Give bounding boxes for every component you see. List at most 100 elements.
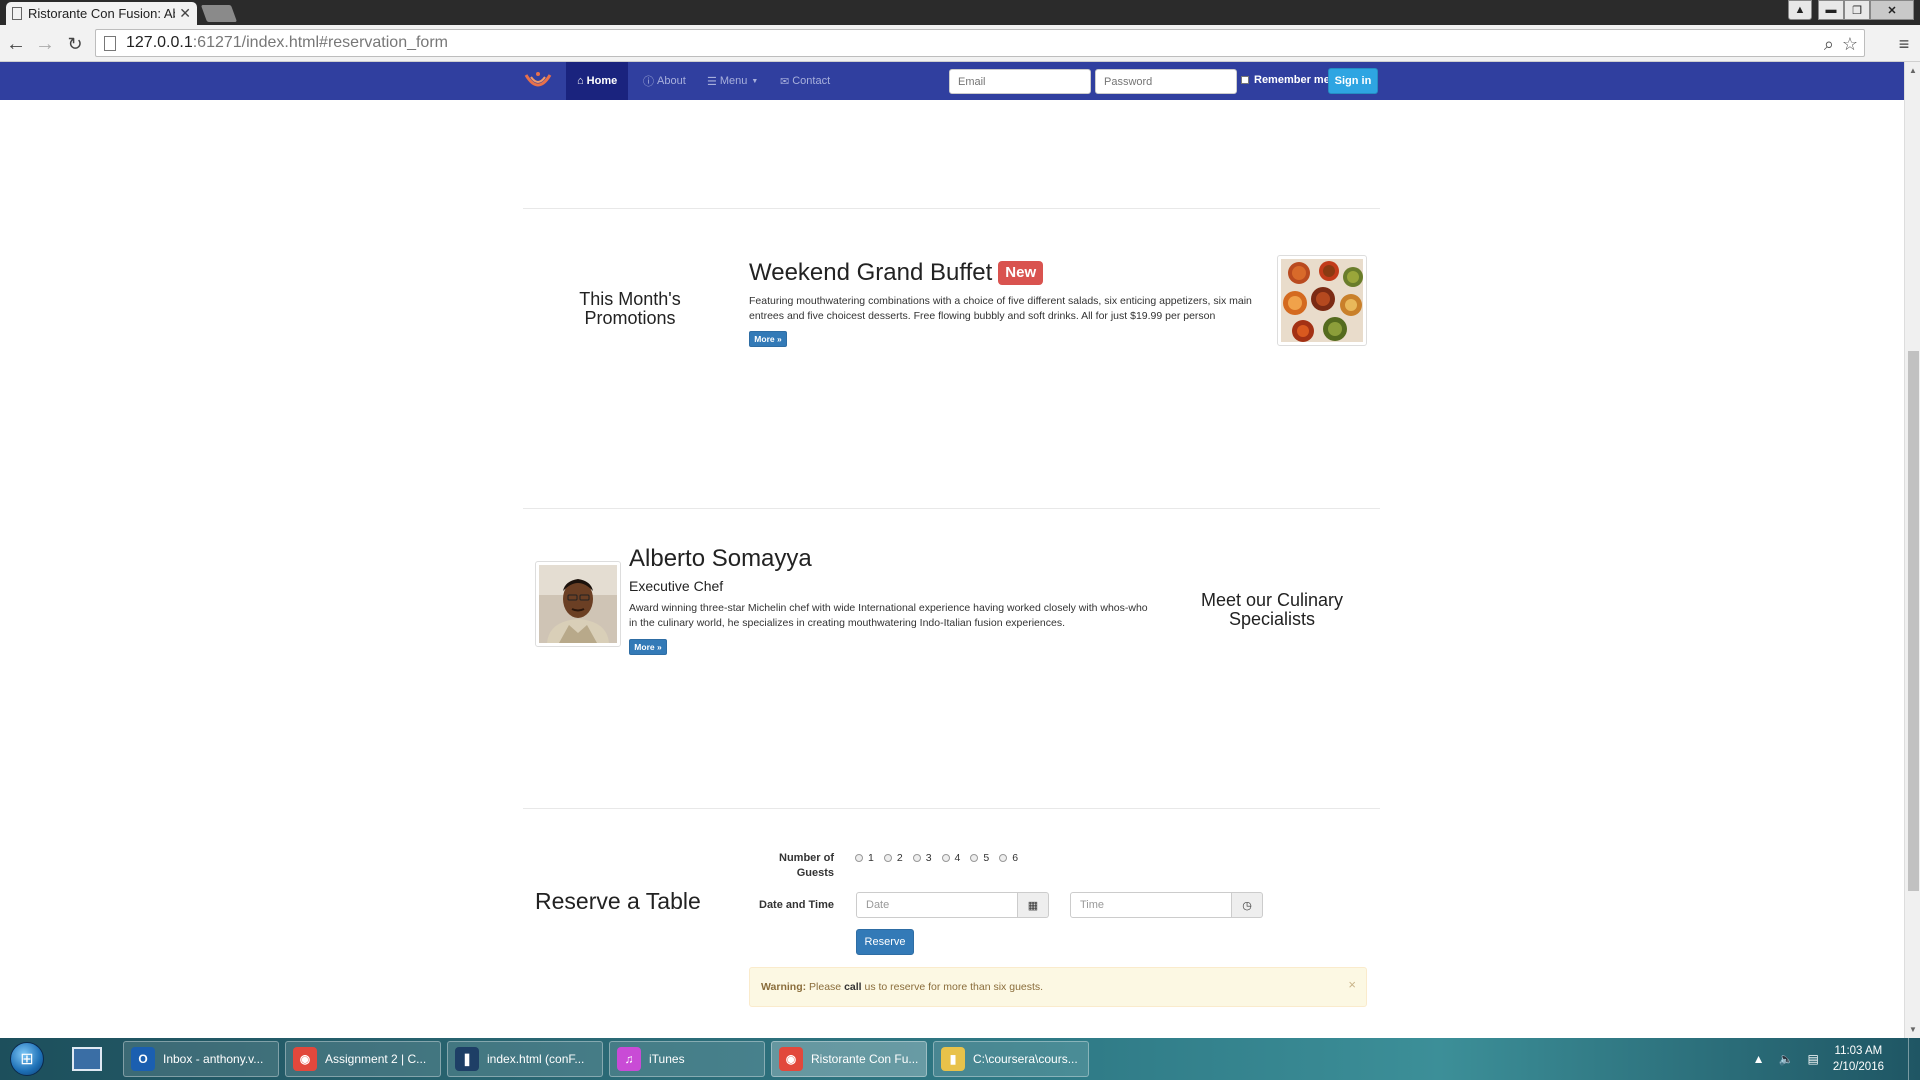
volume-icon[interactable]: 🔈 [1779, 1052, 1794, 1066]
taskbar-item-label: C:\coursera\cours... [973, 1052, 1078, 1066]
nav-home-label: Home [586, 75, 618, 87]
page-icon [104, 35, 116, 51]
windows-taskbar: ⊞ O Inbox - anthony.v... ◉ Assignment 2 | C… [0, 1038, 1920, 1080]
calendar-icon[interactable]: ▦ [1018, 892, 1049, 918]
maximize-icon[interactable]: ❐ [1844, 0, 1870, 20]
tab-close-icon[interactable]: ✕ [179, 5, 191, 22]
network-icon[interactable]: ▤ [1807, 1052, 1818, 1066]
chef-photo [535, 561, 621, 647]
radio-button[interactable] [970, 854, 979, 862]
taskbar-item-label: Inbox - anthony.v... [163, 1052, 264, 1066]
clock[interactable]: 11:03 AM 2/10/2016 [1833, 1043, 1884, 1075]
time-field[interactable]: Time [1070, 892, 1232, 918]
tab-title: Ristorante Con Fusion: Ab [28, 6, 176, 21]
radio-button[interactable] [912, 854, 921, 862]
clock-time: 11:03 AM [1834, 1045, 1883, 1057]
sign-in-button[interactable]: Sign in [1328, 68, 1378, 94]
logo-icon[interactable] [523, 69, 553, 93]
browser-tab-active[interactable]: Ristorante Con Fusion: Ab ✕ [6, 2, 197, 25]
chef-more-button[interactable]: More » [629, 639, 667, 655]
scroll-down-icon[interactable]: ▼ [1909, 1025, 1917, 1034]
chef-portrait [539, 565, 617, 643]
alert-close-icon[interactable]: × [1348, 977, 1356, 992]
forward-arrow-icon[interactable]: → [33, 32, 57, 56]
warning-alert: Warning: Please call us to reserve for m… [749, 967, 1367, 1007]
guest-option-5[interactable]: 5 [970, 852, 989, 864]
warning-text: Warning: Please call us to reserve for m… [761, 981, 1043, 993]
remember-checkbox[interactable] [1241, 76, 1249, 84]
guest-option-label: 3 [925, 852, 932, 864]
system-tray: ▲ 🔈 ▤ 11:03 AM 2/10/2016 [1753, 1038, 1920, 1080]
nav-contact[interactable]: ✉ Contact [769, 62, 841, 100]
guest-option-2[interactable]: 2 [883, 852, 903, 864]
new-tab-button[interactable] [200, 5, 238, 22]
warning-strong: Warning: [761, 981, 807, 993]
windows-logo-icon: ⊞ [10, 1042, 44, 1076]
radio-button[interactable] [883, 854, 892, 862]
guest-option-label: 5 [983, 852, 990, 864]
tray-arrow-icon[interactable]: ▲ [1753, 1052, 1765, 1066]
taskbar-explorer[interactable]: ▮ C:\coursera\cours... [933, 1041, 1089, 1077]
nav-about[interactable]: ⓘ About [632, 62, 697, 100]
scroll-up-icon[interactable]: ▲ [1909, 66, 1917, 75]
desktop-icon[interactable] [72, 1047, 102, 1071]
buffet-photo [1281, 259, 1363, 342]
password-field[interactable] [1095, 69, 1237, 94]
email-field[interactable] [949, 69, 1091, 94]
page-icon [12, 7, 22, 20]
nav-home[interactable]: ⌂ Home [566, 62, 629, 100]
guest-option-1[interactable]: 1 [855, 852, 874, 864]
window-menu-icon[interactable]: ▲ [1788, 0, 1812, 20]
guest-option-3[interactable]: 3 [912, 852, 932, 864]
warning-pre: Please [809, 981, 842, 993]
brackets-icon: ❚ [455, 1047, 479, 1071]
taskbar-brackets[interactable]: ❚ index.html (conF... [447, 1041, 603, 1077]
radio-button[interactable] [941, 854, 950, 862]
folder-icon: ▮ [941, 1047, 965, 1071]
star-icon[interactable]: ☆ [1842, 34, 1858, 55]
show-desktop-button[interactable] [1908, 1038, 1920, 1080]
back-arrow-icon[interactable]: ← [4, 32, 28, 56]
list-icon: ☰ [707, 75, 717, 88]
reserve-button[interactable]: Reserve [856, 929, 914, 955]
nav-about-label: About [657, 75, 686, 87]
buffet-image [1277, 255, 1367, 346]
section-divider [523, 808, 1380, 809]
radio-button[interactable] [855, 854, 863, 862]
zoom-icon[interactable]: ⌕ [1824, 34, 1834, 55]
minimize-icon[interactable]: ▬ [1818, 0, 1844, 20]
clock-icon[interactable]: ◷ [1232, 892, 1263, 918]
page-scrollbar[interactable]: ▲ ▼ [1904, 62, 1920, 1038]
home-icon: ⌂ [577, 75, 584, 87]
remember-me[interactable]: Remember me [1241, 74, 1330, 86]
date-field[interactable]: Date [856, 892, 1018, 918]
chef-description: Award winning three-star Michelin chef w… [629, 602, 1148, 629]
taskbar-outlook[interactable]: O Inbox - anthony.v... [123, 1041, 279, 1077]
reload-icon[interactable]: ↻ [63, 32, 87, 56]
start-button[interactable]: ⊞ [3, 1039, 51, 1079]
clock-date: 2/10/2016 [1832, 1061, 1884, 1073]
guest-option-4[interactable]: 4 [941, 852, 960, 864]
itunes-icon: ♫ [617, 1047, 641, 1071]
nav-menu-dropdown[interactable]: ☰ Menu ▼ [696, 62, 769, 100]
address-bar[interactable]: 127.0.0.1:61271/index.html#reservation_f… [95, 29, 1865, 57]
taskbar-item-label: iTunes [649, 1052, 685, 1066]
taskbar-chrome-assignment[interactable]: ◉ Assignment 2 | C... [285, 1041, 441, 1077]
section-divider [523, 208, 1380, 209]
promotion-more-button[interactable]: More » [749, 331, 787, 347]
warning-post: us to reserve for more than six guests. [864, 981, 1044, 993]
warning-call: call [844, 981, 862, 993]
guest-option-label: 1 [868, 852, 874, 864]
radio-button[interactable] [999, 854, 1008, 862]
info-icon: ⓘ [643, 76, 654, 88]
taskbar-chrome-ristorante[interactable]: ◉ Ristorante Con Fu... [771, 1041, 927, 1077]
reserve-heading: Reserve a Table [535, 888, 701, 914]
date-input-group: Date ▦ [856, 892, 1049, 918]
scrollbar-thumb[interactable] [1908, 351, 1919, 891]
envelope-icon: ✉ [780, 75, 790, 88]
menu-icon[interactable]: ≡ [1892, 32, 1916, 56]
caret-down-icon: ▼ [751, 77, 759, 85]
guest-option-6[interactable]: 6 [999, 852, 1018, 864]
taskbar-itunes[interactable]: ♫ iTunes [609, 1041, 765, 1077]
close-window-icon[interactable]: ✕ [1870, 0, 1914, 20]
